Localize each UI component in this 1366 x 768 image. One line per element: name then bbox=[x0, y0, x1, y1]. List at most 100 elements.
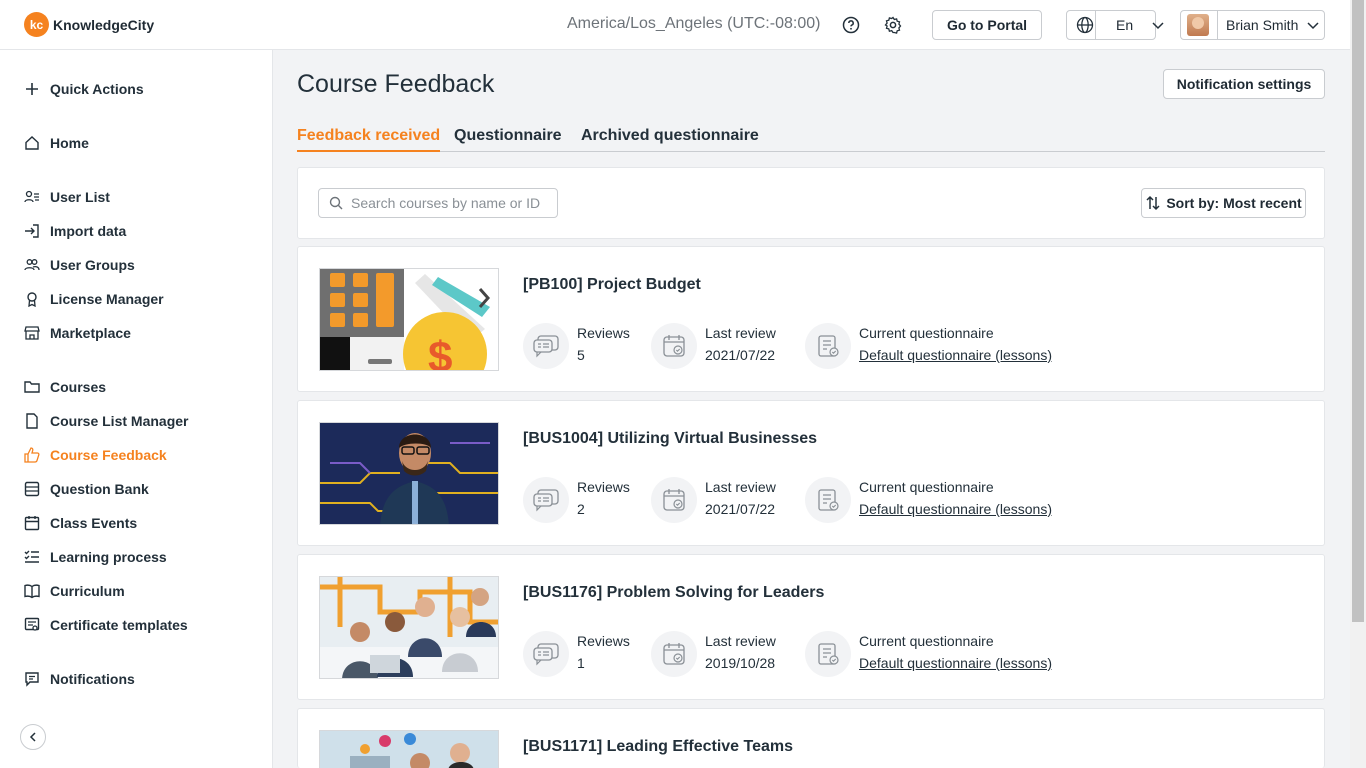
collapse-sidebar-button[interactable] bbox=[20, 724, 46, 750]
questionnaire-stat: Current questionnaire Default questionnai… bbox=[805, 477, 1052, 523]
sidebar-item-label: Class Events bbox=[50, 515, 138, 531]
user-name: Brian Smith bbox=[1226, 17, 1299, 33]
tab-questionnaire[interactable]: Questionnaire bbox=[454, 127, 562, 152]
sidebar-item-course-feedback[interactable]: Course Feedback bbox=[24, 445, 167, 465]
questionnaire-link[interactable]: Default questionnaire (lessons) bbox=[859, 501, 1052, 517]
sidebar-item-user-groups[interactable]: User Groups bbox=[24, 255, 135, 275]
questionnaire-icon bbox=[805, 323, 851, 369]
course-title[interactable]: [BUS1176] Problem Solving for Leaders bbox=[523, 584, 824, 602]
sort-label: Sort by: Most recent bbox=[1166, 195, 1302, 211]
course-card[interactable]: $ [PB100] Project Budget Reviews 5 Last r… bbox=[297, 246, 1325, 392]
course-thumbnail[interactable] bbox=[319, 422, 499, 525]
chevron-down-icon bbox=[1151, 18, 1165, 32]
questionnaire-stat: Current questionnaire Default questionnai… bbox=[805, 631, 1052, 677]
sidebar-item-quick-actions[interactable]: Quick Actions bbox=[24, 79, 144, 99]
sidebar-item-certificate-templates[interactable]: Certificate templates bbox=[24, 615, 188, 635]
questionnaire-link[interactable]: Default questionnaire (lessons) bbox=[859, 655, 1052, 671]
book-icon bbox=[24, 583, 40, 599]
tab-feedback-received[interactable]: Feedback received bbox=[297, 127, 441, 152]
sort-icon bbox=[1145, 195, 1161, 211]
questionnaire-label: Current questionnaire bbox=[859, 633, 994, 649]
chevron-left-icon bbox=[27, 731, 39, 743]
course-card[interactable]: [BUS1171] Leading Effective Teams bbox=[297, 708, 1325, 768]
last-review-date: 2021/07/22 bbox=[705, 347, 776, 363]
svg-text:$: $ bbox=[428, 333, 452, 371]
sidebar-item-marketplace[interactable]: Marketplace bbox=[24, 323, 131, 343]
sidebar-item-notifications[interactable]: Notifications bbox=[24, 669, 135, 689]
reviews-icon bbox=[523, 323, 569, 369]
sidebar-item-license-manager[interactable]: License Manager bbox=[24, 289, 164, 309]
sidebar-item-label: Notifications bbox=[50, 671, 135, 687]
divider bbox=[1217, 11, 1218, 39]
sidebar-item-label: Certificate templates bbox=[50, 617, 188, 633]
message-icon bbox=[24, 671, 40, 687]
calendar-check-icon bbox=[651, 477, 697, 523]
scrollbar-thumb[interactable] bbox=[1352, 0, 1364, 622]
reviews-icon bbox=[523, 631, 569, 677]
sidebar-item-import-data[interactable]: Import data bbox=[24, 221, 126, 241]
calendar-icon bbox=[24, 515, 40, 531]
sidebar-item-class-events[interactable]: Class Events bbox=[24, 513, 137, 533]
course-card[interactable]: [BUS1004] Utilizing Virtual Businesses R… bbox=[297, 400, 1325, 546]
divider bbox=[1095, 10, 1096, 40]
last-review-date: 2021/07/22 bbox=[705, 501, 776, 517]
logo[interactable]: kc KnowledgeCity bbox=[24, 12, 154, 37]
course-card[interactable]: [BUS1176] Problem Solving for Leaders Re… bbox=[297, 554, 1325, 700]
sidebar-item-home[interactable]: Home bbox=[24, 133, 89, 153]
questionnaire-label: Current questionnaire bbox=[859, 325, 994, 341]
sidebar-item-user-list[interactable]: User List bbox=[24, 187, 110, 207]
questionnaire-icon bbox=[805, 477, 851, 523]
user-menu[interactable]: Brian Smith bbox=[1180, 10, 1325, 40]
search-input[interactable] bbox=[351, 195, 551, 211]
sidebar-item-label: Course Feedback bbox=[50, 447, 167, 463]
last-review-stat: Last review 2019/10/28 bbox=[651, 631, 776, 677]
sidebar-item-learning-process[interactable]: Learning process bbox=[24, 547, 167, 567]
sidebar-item-label: Courses bbox=[50, 379, 107, 395]
language-select[interactable]: En bbox=[1066, 10, 1164, 40]
user-groups-icon bbox=[24, 257, 40, 273]
certificate-icon bbox=[24, 617, 40, 633]
notification-settings-button[interactable]: Notification settings bbox=[1163, 69, 1325, 99]
questionnaire-stat: Current questionnaire Default questionnai… bbox=[805, 323, 1052, 369]
store-icon bbox=[24, 325, 40, 341]
tab-archived-questionnaire[interactable]: Archived questionnaire bbox=[581, 127, 759, 152]
go-to-portal-button[interactable]: Go to Portal bbox=[932, 10, 1042, 40]
list-box-icon bbox=[24, 481, 40, 497]
sidebar-item-curriculum[interactable]: Curriculum bbox=[24, 581, 125, 601]
help-icon[interactable] bbox=[841, 15, 861, 35]
user-list-icon bbox=[24, 189, 40, 205]
folder-icon bbox=[24, 379, 40, 395]
course-thumbnail[interactable]: $ bbox=[319, 268, 499, 371]
course-title[interactable]: [PB100] Project Budget bbox=[523, 276, 701, 294]
thumbs-up-icon bbox=[24, 447, 40, 463]
reviews-stat: Reviews 2 bbox=[523, 477, 630, 523]
sidebar-item-label: User List bbox=[50, 189, 110, 205]
sidebar-item-question-bank[interactable]: Question Bank bbox=[24, 479, 149, 499]
home-icon bbox=[24, 135, 40, 151]
filter-bar: Sort by: Most recent bbox=[297, 167, 1325, 239]
sidebar-item-course-list-manager[interactable]: Course List Manager bbox=[24, 411, 188, 431]
last-review-label: Last review bbox=[705, 479, 776, 495]
sidebar-item-courses[interactable]: Courses bbox=[24, 377, 106, 397]
sidebar-item-label: Home bbox=[50, 135, 89, 151]
gear-icon[interactable] bbox=[883, 15, 903, 35]
course-title[interactable]: [BUS1171] Leading Effective Teams bbox=[523, 738, 793, 756]
license-icon bbox=[24, 291, 40, 307]
sidebar-item-label: Curriculum bbox=[50, 583, 125, 599]
sidebar-item-label: User Groups bbox=[50, 257, 135, 273]
search-icon bbox=[329, 196, 343, 210]
questionnaire-link[interactable]: Default questionnaire (lessons) bbox=[859, 347, 1052, 363]
scrollbar[interactable] bbox=[1350, 0, 1366, 768]
sort-button[interactable]: Sort by: Most recent bbox=[1141, 188, 1306, 218]
search-box[interactable] bbox=[318, 188, 558, 218]
reviews-count: 5 bbox=[577, 347, 585, 363]
reviews-icon bbox=[523, 477, 569, 523]
course-thumbnail[interactable] bbox=[319, 730, 499, 768]
logo-text: KnowledgeCity bbox=[53, 16, 155, 33]
sidebar-item-label: Course List Manager bbox=[50, 413, 189, 429]
reviews-count: 1 bbox=[577, 655, 585, 671]
reviews-label: Reviews bbox=[577, 325, 630, 341]
course-thumbnail[interactable] bbox=[319, 576, 499, 679]
course-title[interactable]: [BUS1004] Utilizing Virtual Businesses bbox=[523, 430, 817, 448]
plus-icon bbox=[24, 81, 40, 97]
